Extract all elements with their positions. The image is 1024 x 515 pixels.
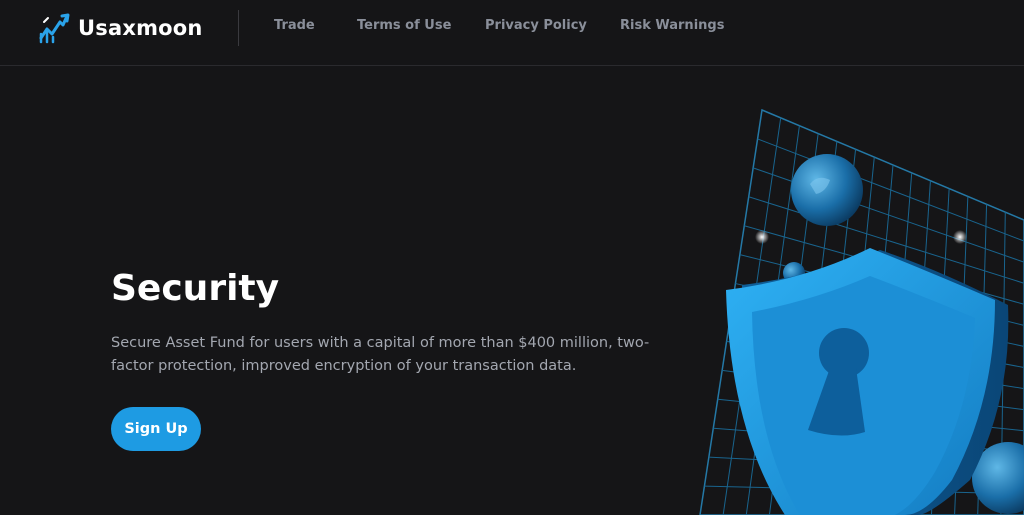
sign-up-button[interactable]: Sign Up — [111, 407, 201, 451]
brand-logo[interactable]: Usaxmoon — [38, 12, 203, 44]
sphere-top — [791, 154, 863, 226]
nav-link-terms-of-use[interactable]: Terms of Use — [357, 18, 451, 33]
brand-name: Usaxmoon — [78, 16, 203, 40]
header-divider — [238, 10, 239, 46]
shield-with-keyhole-illustration — [699, 108, 1024, 515]
top-navbar: Usaxmoon Trade Terms of Use Privacy Poli… — [0, 0, 1024, 66]
nav-link-risk-warnings[interactable]: Risk Warnings — [620, 18, 724, 33]
hero-title: Security — [111, 268, 280, 309]
nav-link-privacy-policy[interactable]: Privacy Policy — [485, 18, 587, 33]
trend-arrow-logo-icon — [39, 13, 70, 44]
nav-link-trade[interactable]: Trade — [274, 18, 315, 33]
hero-description: Secure Asset Fund for users with a capit… — [111, 335, 650, 374]
